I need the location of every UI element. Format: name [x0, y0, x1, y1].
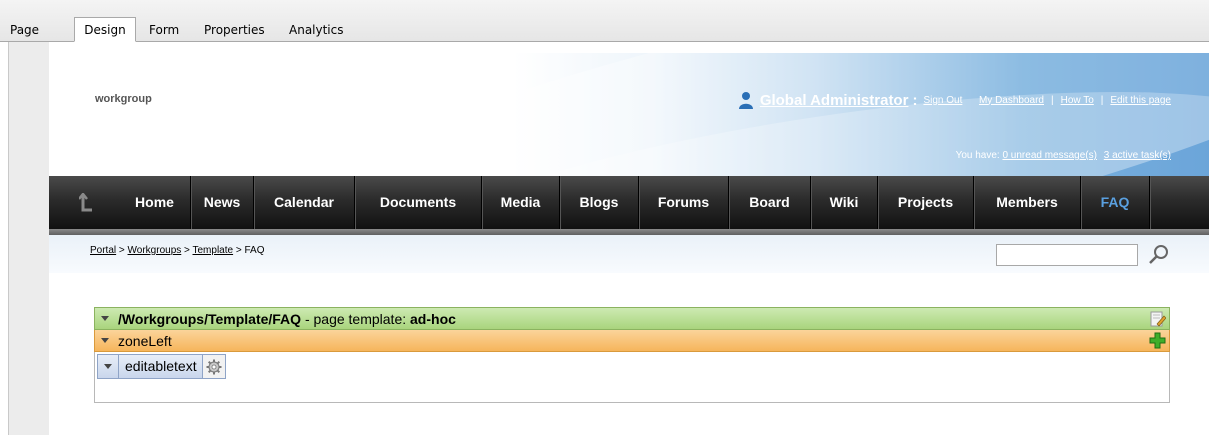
- template-label: - page template:: [301, 311, 411, 327]
- page-template-title: /Workgroups/Template/FAQ - page template…: [118, 311, 456, 327]
- user-icon: [738, 92, 753, 109]
- site-header: workgroup Global Administrator : Sign Ou…: [49, 53, 1209, 176]
- page-side-margin: [9, 42, 49, 435]
- tab-properties[interactable]: Properties: [204, 18, 274, 42]
- nav-item-projects[interactable]: Projects: [878, 176, 974, 229]
- tab-analytics[interactable]: Analytics: [289, 18, 349, 42]
- search-input[interactable]: [996, 244, 1138, 266]
- left-gutter: [0, 42, 9, 435]
- breadcrumb-separator: >: [118, 245, 125, 256]
- breadcrumb-current: FAQ: [244, 245, 265, 256]
- zone-title: zoneLeft: [118, 333, 172, 349]
- nav-item-members[interactable]: Members: [974, 176, 1081, 229]
- zone-bar: zoneLeft: [94, 330, 1170, 352]
- nav-item-board[interactable]: Board: [729, 176, 811, 229]
- tasks-prefix: You have:: [955, 150, 1000, 161]
- webpart-header: editabletext: [97, 354, 226, 379]
- dropdown-arrow-icon: [101, 338, 109, 343]
- header-separator: |: [1051, 94, 1054, 106]
- tab-design[interactable]: Design: [74, 17, 136, 42]
- add-webpart-plus-icon[interactable]: [1149, 332, 1166, 349]
- breadcrumb-link-template[interactable]: Template: [193, 245, 234, 256]
- tab-page[interactable]: Page: [10, 18, 52, 42]
- nav-item-forums[interactable]: Forums: [639, 176, 729, 229]
- design-mode-tabstrip: Page Design Form Properties Analytics: [0, 0, 1209, 42]
- tab-form[interactable]: Form: [149, 18, 189, 42]
- template-path: /Workgroups/Template/FAQ: [118, 311, 302, 327]
- breadcrumb-link-workgroups[interactable]: Workgroups: [128, 245, 182, 256]
- nav-item-calendar[interactable]: Calendar: [254, 176, 355, 229]
- site-name: workgroup: [95, 93, 152, 105]
- page-template-bar: /Workgroups/Template/FAQ - page template…: [94, 307, 1170, 330]
- nav-item-faq[interactable]: FAQ: [1081, 176, 1150, 229]
- breadcrumb-link-portal[interactable]: Portal: [90, 245, 116, 256]
- breadcrumb: Portal > Workgroups > Template > FAQ: [90, 245, 265, 256]
- dropdown-arrow-icon: [101, 316, 109, 321]
- header-separator: |: [1100, 94, 1104, 106]
- edit-template-icon[interactable]: [1150, 311, 1166, 327]
- unread-messages-link[interactable]: 0 unread message(s): [1002, 150, 1097, 161]
- user-name-link[interactable]: Global Administrator: [760, 92, 909, 109]
- nav-item-wiki[interactable]: Wiki: [811, 176, 878, 229]
- webpart-title: editabletext: [125, 358, 197, 374]
- template-menu-arrow[interactable]: [95, 308, 115, 329]
- home-logo-icon[interactable]: [79, 193, 93, 213]
- zone-content: editabletext: [94, 352, 1170, 403]
- dropdown-arrow-icon: [104, 364, 112, 369]
- template-type: ad-hoc: [410, 311, 456, 327]
- user-name-colon: :: [912, 91, 918, 109]
- nav-item-media[interactable]: Media: [482, 176, 560, 229]
- webpart-properties-button[interactable]: [201, 355, 225, 378]
- zone-menu-arrow[interactable]: [95, 330, 115, 351]
- nav-item-documents[interactable]: Documents: [355, 176, 482, 229]
- my-dashboard-link[interactable]: My Dashboard: [979, 95, 1044, 106]
- webpart-menu-arrow[interactable]: [98, 355, 119, 378]
- main-navigation: Home News Calendar Documents Media Blogs…: [49, 176, 1209, 229]
- breadcrumb-separator: >: [235, 245, 242, 256]
- sign-out-link[interactable]: Sign Out: [923, 95, 962, 106]
- breadcrumb-separator: >: [184, 245, 190, 256]
- how-to-link[interactable]: How To: [1061, 95, 1094, 106]
- nav-item-news[interactable]: News: [191, 176, 254, 229]
- search-icon[interactable]: [1147, 243, 1171, 267]
- tasks-summary: You have: 0 unread message(s) 3 active t…: [956, 150, 1171, 161]
- nav-item-blogs[interactable]: Blogs: [560, 176, 639, 229]
- user-area: Global Administrator : Sign Out | My Das…: [738, 91, 1171, 109]
- active-tasks-link[interactable]: 3 active task(s): [1104, 150, 1171, 161]
- edit-this-page-link[interactable]: Edit this page: [1110, 95, 1171, 106]
- gear-icon: [206, 359, 222, 374]
- nav-item-home[interactable]: Home: [119, 176, 191, 229]
- breadcrumb-bar: Portal > Workgroups > Template > FAQ: [49, 235, 1209, 273]
